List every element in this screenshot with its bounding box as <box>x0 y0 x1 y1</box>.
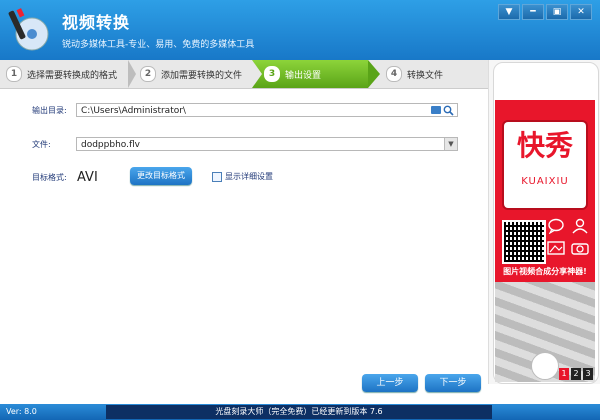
ad-slogan: 图片视频合成分享神器! <box>503 267 587 276</box>
search-icon[interactable] <box>443 105 454 116</box>
update-message: 光盘刻录大师（完全免费）已经更新到版本 7.6 <box>215 407 383 416</box>
status-bar: Ver: 8.0 光盘刻录大师（完全免费）已经更新到版本 7.6 <box>0 404 600 420</box>
change-format-button[interactable]: 更改目标格式 <box>130 167 192 185</box>
step-separator-icon <box>252 60 262 88</box>
show-details-label: 显示详细设置 <box>225 172 273 181</box>
file-select[interactable]: dodppbho.flv ▼ <box>76 137 458 151</box>
step-label: 选择需要转换成的格式 <box>27 70 118 81</box>
step-number: 2 <box>140 66 156 82</box>
step-number: 3 <box>264 66 280 82</box>
chevron-down-icon[interactable]: ▼ <box>444 138 457 150</box>
update-banner[interactable]: 光盘刻录大师（完全免费）已经更新到版本 7.6 <box>106 405 492 419</box>
camera-icon <box>571 243 589 255</box>
qr-code-icon <box>502 220 546 264</box>
step-2[interactable]: 2 添加需要转换的文件 <box>140 60 260 88</box>
chat-icon <box>548 218 564 234</box>
app-logo-icon <box>8 8 49 51</box>
folder-icon[interactable] <box>431 106 441 114</box>
step-3[interactable]: 3 输出设置 <box>252 60 368 88</box>
ad-brand-en: KUAIXIU <box>521 176 569 187</box>
menu-dropdown-icon[interactable]: ▼ <box>498 4 520 20</box>
user-icon <box>572 218 588 234</box>
ad-page-3[interactable]: 3 <box>583 368 593 380</box>
step-active-arrow-icon <box>368 60 380 88</box>
output-dir-input[interactable]: C:\Users\Administrator\ <box>76 103 458 117</box>
app-subtitle: 锐动多媒体工具-专业、易用、免费的多媒体工具 <box>62 40 255 50</box>
ad-panel[interactable]: 快秀 KUAIXIU 图片视频合成分享神器! 1 2 3 <box>488 60 600 384</box>
step-number: 1 <box>6 66 22 82</box>
ad-brand-cn: 快秀 <box>516 129 573 162</box>
window-controls: ▼ ━ ▣ ✕ <box>496 4 592 20</box>
prev-step-button[interactable]: 上一步 <box>362 374 418 392</box>
output-dir-label: 输出目录: <box>32 106 67 115</box>
step-label: 转换文件 <box>407 70 444 81</box>
image-icon <box>547 241 565 255</box>
checkbox-icon[interactable] <box>212 171 222 182</box>
step-bar: 1 选择需要转换成的格式 2 添加需要转换的文件 3 输出设置 4 转换文件 <box>0 60 488 89</box>
step-1[interactable]: 1 选择需要转换成的格式 <box>6 60 134 88</box>
show-details-checkbox[interactable]: 显示详细设置 <box>212 171 273 182</box>
version-label: Ver: 8.0 <box>6 407 37 416</box>
target-format-value: AVI <box>77 170 98 185</box>
phone-home-button-icon <box>531 352 559 380</box>
title-bar: 视频转换 锐动多媒体工具-专业、易用、免费的多媒体工具 ▼ ━ ▣ ✕ <box>0 0 600 60</box>
ad-pager: 1 2 3 <box>559 368 593 380</box>
ad-page-2[interactable]: 2 <box>571 368 581 380</box>
step-4[interactable]: 4 转换文件 <box>386 60 486 88</box>
next-step-button[interactable]: 下一步 <box>425 374 481 392</box>
step-separator-icon <box>128 60 136 88</box>
file-value: dodppbho.flv <box>81 140 140 150</box>
step-number: 4 <box>386 66 402 82</box>
target-format-label: 目标格式: <box>32 173 67 182</box>
minimize-icon[interactable]: ━ <box>522 4 544 20</box>
app-title: 视频转换 <box>62 13 131 32</box>
file-label: 文件: <box>32 140 51 149</box>
ad-page-1[interactable]: 1 <box>559 368 569 380</box>
output-dir-value: C:\Users\Administrator\ <box>81 106 186 116</box>
step-label: 输出设置 <box>285 70 322 81</box>
step-label: 添加需要转换的文件 <box>161 70 243 81</box>
close-icon[interactable]: ✕ <box>570 4 592 20</box>
maximize-icon[interactable]: ▣ <box>546 4 568 20</box>
